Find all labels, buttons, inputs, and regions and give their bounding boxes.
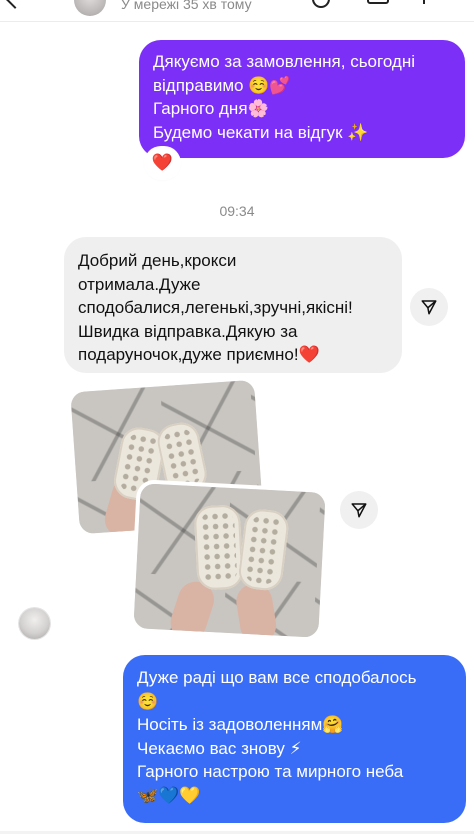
message-line: сподобалися,легенькі,зручні,якісні! — [78, 298, 353, 317]
message-line: Добрий день,крокси — [78, 251, 237, 270]
message-line: Чекаємо вас знову ⚡ — [137, 738, 302, 758]
contact-avatar[interactable] — [19, 608, 50, 639]
paper-plane-icon — [421, 300, 437, 315]
share-button[interactable] — [340, 491, 378, 529]
paper-plane-icon — [351, 503, 367, 518]
message-timestamp: 09:34 — [219, 203, 255, 219]
message-line: Швидка відправка.Дякую за — [78, 321, 298, 341]
chevron-left-icon[interactable] — [5, 0, 25, 9]
message-line: Дякуємо за замовлення, сьогодні — [153, 52, 415, 71]
phone-icon[interactable] — [312, 0, 330, 8]
online-status: У мережі 35 хв тому — [121, 0, 252, 12]
heart-reaction[interactable]: ❤️ — [146, 148, 179, 178]
contact-avatar-header[interactable] — [74, 0, 106, 16]
message-line: подаруночок,дуже приємно!❤️ — [78, 345, 320, 364]
message-line: отримала.Дуже — [78, 274, 201, 294]
flag-icon[interactable] — [423, 0, 425, 4]
photo-crocs-2[interactable] — [133, 483, 326, 638]
message-line: Дуже раді що вам все сподобалось — [137, 668, 417, 687]
message-line: Гарного дня🌸 — [153, 99, 269, 118]
message-line: Носіть із задоволенням🤗 — [137, 715, 344, 734]
message-line: ☺️ — [137, 691, 159, 711]
incoming-message-1[interactable]: Добрий день,крокси отримала.Дуже сподоба… — [64, 237, 402, 373]
message-line: відправимо ☺️💕 — [153, 75, 291, 95]
outgoing-message-2[interactable]: Дуже раді що вам все сподобалось ☺️ Носі… — [123, 655, 466, 823]
outgoing-message-1[interactable]: Дякуємо за замовлення, сьогодні відправи… — [139, 40, 465, 158]
message-line: Гарного настрою та мирного неба — [137, 762, 404, 781]
video-icon[interactable] — [367, 0, 389, 4]
message-line: Будемо чекати на відгук ✨ — [153, 122, 369, 142]
message-line: 🦋💙💛 — [137, 785, 201, 805]
chat-header: У мережі 35 хв тому — [0, 0, 474, 22]
share-button[interactable] — [410, 288, 448, 326]
